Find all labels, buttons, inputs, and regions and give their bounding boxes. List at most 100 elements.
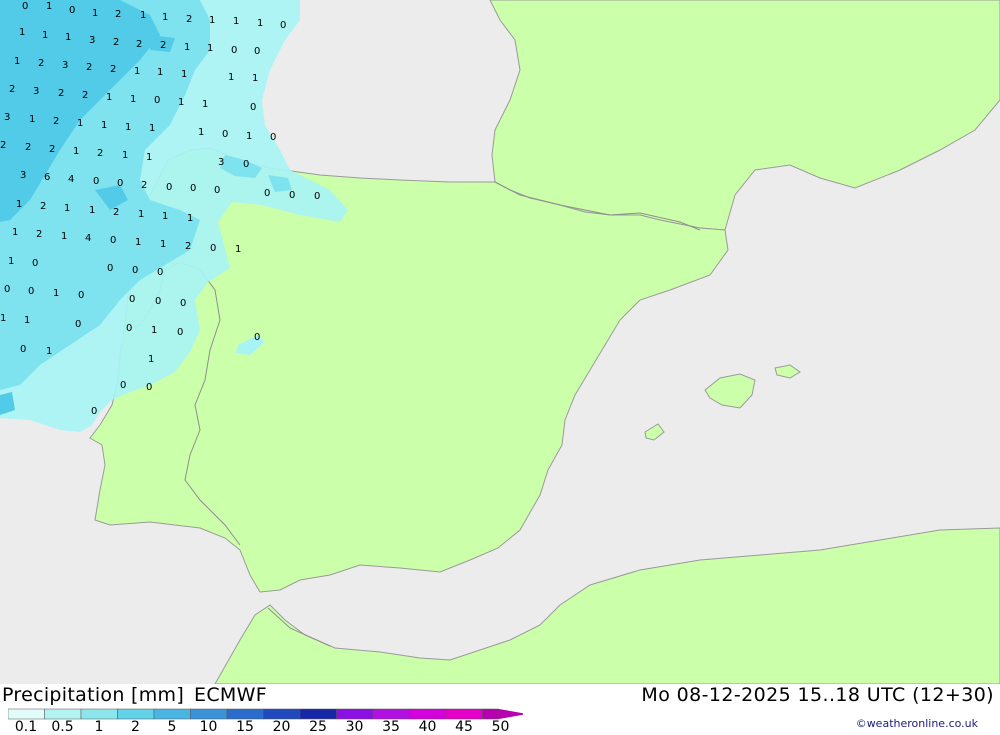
grid-value: 1 <box>106 92 112 103</box>
grid-value: 0 <box>243 159 249 170</box>
grid-value: 0 <box>154 95 160 106</box>
grid-value: 0 <box>4 284 10 295</box>
scale-color-step <box>263 708 301 720</box>
grid-value: 1 <box>135 237 141 248</box>
grid-value: 1 <box>257 18 263 29</box>
precipitation-map: 0 1 0 1 2 1 1 2 1 1 1 0 1 1 1 3 2 2 2 1 … <box>0 0 1000 684</box>
grid-value: 2 <box>113 37 119 48</box>
grid-value: 1 <box>101 120 107 131</box>
grid-value: 1 <box>12 227 18 238</box>
grid-value: 1 <box>149 123 155 134</box>
grid-value: 2 <box>58 88 64 99</box>
map-footer: Precipitation [mm] ECMWF Mo 08-12-2025 15… <box>0 684 1000 735</box>
grid-value: 1 <box>233 16 239 27</box>
grid-value: 0 <box>270 132 276 143</box>
grid-value: 0 <box>132 265 138 276</box>
grid-value: 3 <box>33 86 39 97</box>
grid-value: 0 <box>28 286 34 297</box>
grid-value: 2 <box>9 84 15 95</box>
grid-value: 0 <box>166 182 172 193</box>
grid-value: 2 <box>113 207 119 218</box>
grid-value: 1 <box>198 127 204 138</box>
grid-value: 0 <box>69 5 75 16</box>
grid-value: 2 <box>40 201 46 212</box>
grid-value: 2 <box>115 9 121 20</box>
grid-value: 1 <box>184 42 190 53</box>
scale-color-step <box>409 708 447 720</box>
grid-value: 0 <box>264 188 270 199</box>
grid-value: 0 <box>20 344 26 355</box>
grid-value: 1 <box>151 325 157 336</box>
grid-value: 1 <box>178 97 184 108</box>
grid-value: 3 <box>4 112 10 123</box>
grid-value: 0 <box>107 263 113 274</box>
grid-value: 0 <box>231 45 237 56</box>
grid-value: 1 <box>148 354 154 365</box>
grid-value: 0 <box>22 1 28 12</box>
grid-value: 2 <box>110 64 116 75</box>
grid-value: 2 <box>36 229 42 240</box>
grid-value: 2 <box>49 144 55 155</box>
grid-value: 1 <box>181 69 187 80</box>
grid-value: 1 <box>134 66 140 77</box>
grid-value: 2 <box>186 14 192 25</box>
grid-value: 1 <box>0 313 6 324</box>
grid-value: 3 <box>20 170 26 181</box>
grid-value: 0 <box>93 176 99 187</box>
grid-value: 0 <box>155 296 161 307</box>
scale-color-step <box>80 708 118 720</box>
grid-value: 1 <box>64 203 70 214</box>
grid-value: 0 <box>120 380 126 391</box>
grid-value: 1 <box>187 213 193 224</box>
scale-color-step <box>372 708 410 720</box>
grid-value: 2 <box>82 90 88 101</box>
grid-value: 2 <box>53 116 59 127</box>
scale-color-step <box>445 708 483 720</box>
grid-value: 1 <box>146 152 152 163</box>
grid-value: 1 <box>77 118 83 129</box>
grid-value: 1 <box>157 67 163 78</box>
grid-value: 4 <box>68 174 74 185</box>
grid-value: 0 <box>314 191 320 202</box>
grid-value: 1 <box>162 211 168 222</box>
grid-value: 0 <box>177 327 183 338</box>
grid-value: 1 <box>125 122 131 133</box>
grid-value: 2 <box>25 142 31 153</box>
credit-link[interactable]: ©weatheronline.co.uk <box>856 717 978 730</box>
grid-value: 1 <box>24 315 30 326</box>
grid-value: 0 <box>214 185 220 196</box>
grid-value: 2 <box>160 40 166 51</box>
grid-value: 0 <box>91 406 97 417</box>
grid-value: 0 <box>180 298 186 309</box>
grid-value: 1 <box>46 1 52 12</box>
grid-value: 2 <box>185 241 191 252</box>
model-name: ECMWF <box>194 684 267 706</box>
grid-value: 1 <box>246 131 252 142</box>
grid-value: 0 <box>117 178 123 189</box>
grid-value: 0 <box>110 235 116 246</box>
grid-value: 1 <box>16 199 22 210</box>
grid-value: 2 <box>136 39 142 50</box>
grid-value: 1 <box>53 288 59 299</box>
grid-value: 1 <box>160 239 166 250</box>
grid-value: 1 <box>89 205 95 216</box>
scale-color-step <box>482 708 500 720</box>
grid-value: 0 <box>129 294 135 305</box>
scale-arrow-icon <box>498 709 523 719</box>
grid-value: 1 <box>42 30 48 41</box>
grid-value: 0 <box>250 102 256 113</box>
grid-value: 1 <box>209 15 215 26</box>
map-title: Precipitation [mm] ECMWF <box>2 684 267 706</box>
grid-value: 0 <box>32 258 38 269</box>
grid-value: 2 <box>0 140 6 151</box>
parameter-title: Precipitation [mm] <box>2 684 185 706</box>
grid-value: 0 <box>254 332 260 343</box>
scale-color-step <box>117 708 155 720</box>
grid-value: 1 <box>61 231 67 242</box>
grid-value: 1 <box>202 99 208 110</box>
scale-color-step <box>190 708 228 720</box>
grid-value: 1 <box>92 8 98 19</box>
grid-value: 4 <box>85 233 91 244</box>
grid-value: 0 <box>254 46 260 57</box>
scale-color-step <box>299 708 337 720</box>
